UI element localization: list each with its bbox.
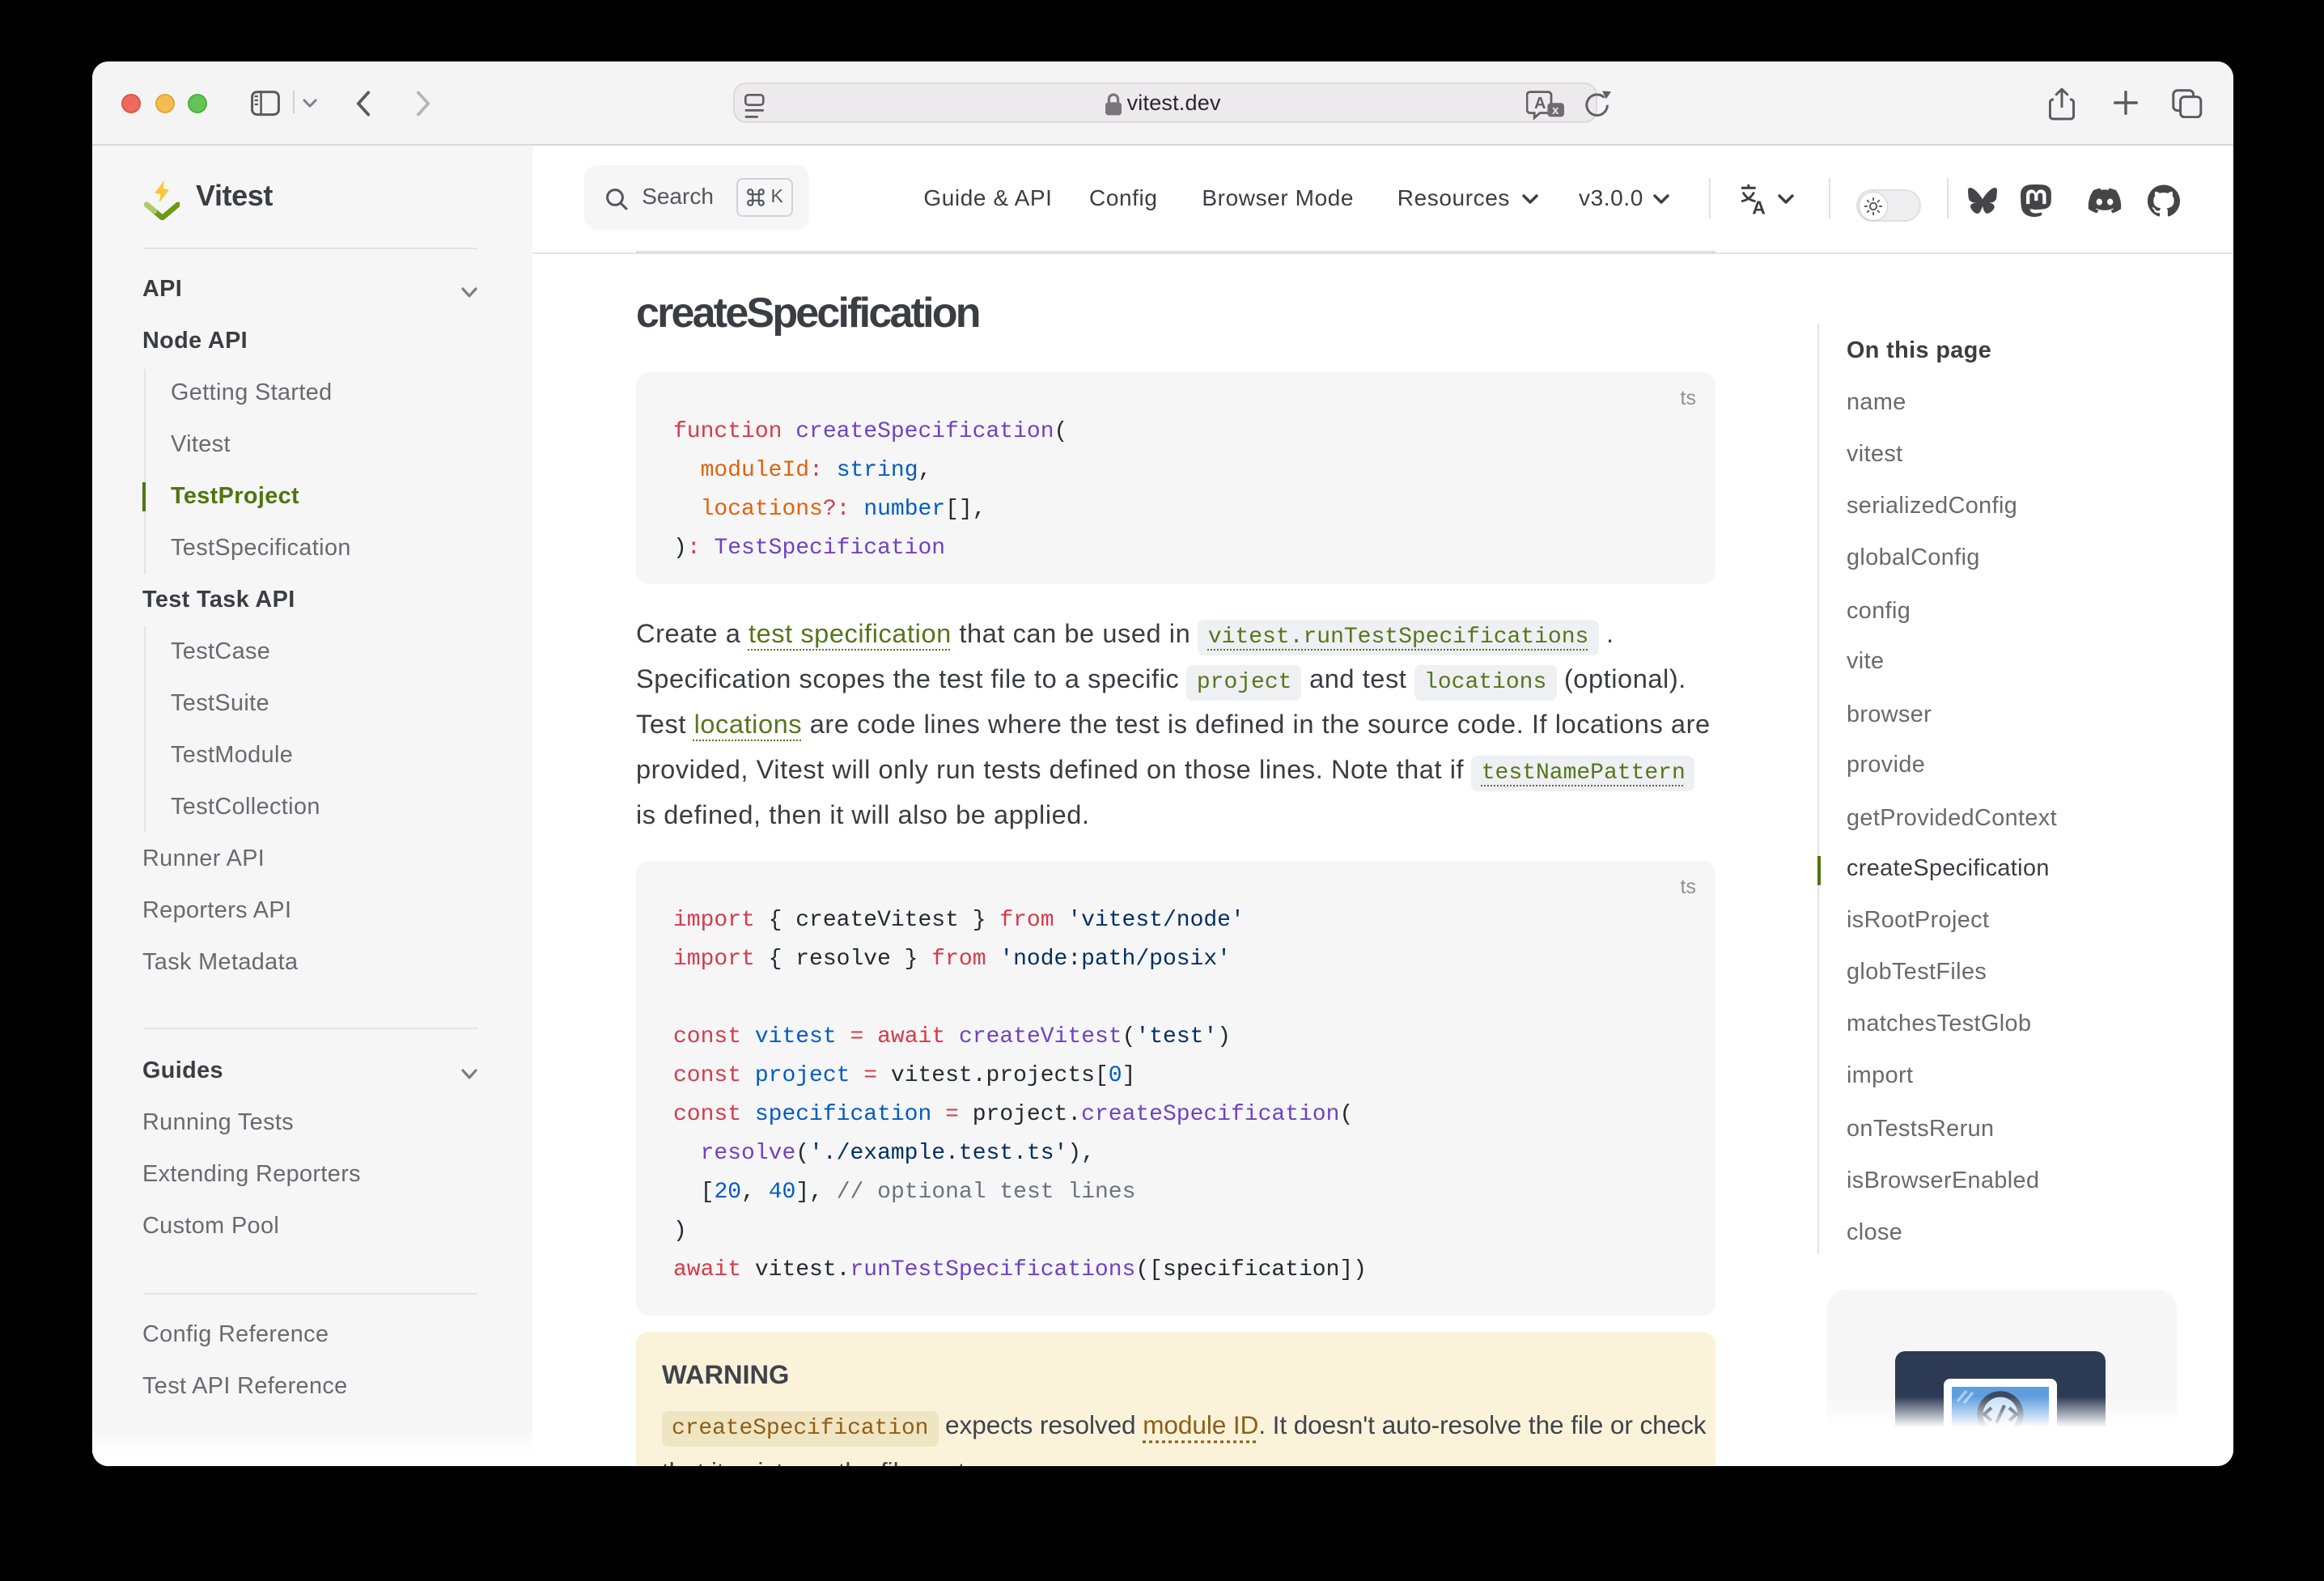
svg-text:x: x [1553, 103, 1560, 117]
svg-text:A: A [1535, 94, 1546, 112]
svg-text:A: A [1751, 197, 1765, 215]
